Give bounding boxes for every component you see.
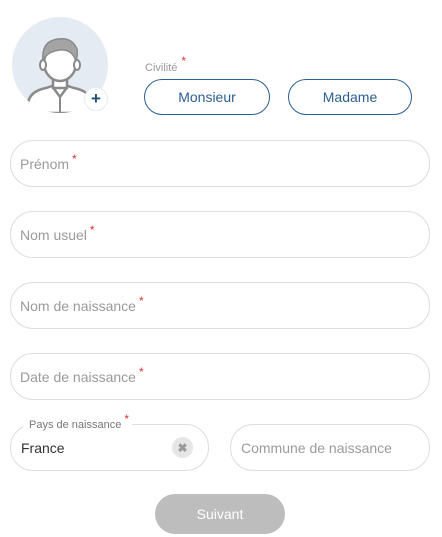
- nom-naissance-field[interactable]: Nom de naissance *: [10, 282, 430, 329]
- close-icon[interactable]: ✖: [172, 437, 193, 458]
- required-mark: *: [89, 223, 95, 237]
- pays-naissance-label: Pays de naissance *: [23, 412, 133, 431]
- commune-naissance-placeholder: Commune de naissance: [241, 440, 392, 456]
- required-mark: *: [138, 294, 144, 308]
- commune-naissance-field[interactable]: Commune de naissance: [230, 424, 430, 471]
- nom-usuel-placeholder: Nom usuel *: [20, 223, 95, 243]
- add-photo-button[interactable]: +: [84, 87, 108, 111]
- date-naissance-placeholder-text: Date de naissance: [20, 369, 136, 385]
- date-naissance-placeholder: Date de naissance *: [20, 365, 144, 385]
- civilite-monsieur-button[interactable]: Monsieur: [144, 79, 270, 115]
- date-naissance-field[interactable]: Date de naissance *: [10, 353, 430, 400]
- required-mark: *: [72, 152, 77, 166]
- next-button[interactable]: Suivant: [155, 494, 285, 534]
- prenom-placeholder: Prénom *: [20, 152, 77, 172]
- required-mark: *: [124, 412, 130, 426]
- avatar-upload[interactable]: +: [12, 17, 108, 113]
- pays-naissance-label-text: Pays de naissance: [29, 419, 122, 431]
- required-mark: *: [181, 54, 187, 68]
- nom-naissance-placeholder-text: Nom de naissance: [20, 298, 136, 314]
- pays-naissance-value: France: [21, 440, 65, 456]
- prenom-field[interactable]: Prénom *: [10, 140, 430, 187]
- nom-naissance-placeholder: Nom de naissance *: [20, 294, 144, 314]
- prenom-placeholder-text: Prénom: [20, 156, 70, 172]
- civilite-label-text: Civilité: [145, 62, 178, 74]
- pays-naissance-field[interactable]: Pays de naissance * France ✖: [10, 412, 209, 471]
- nom-usuel-field[interactable]: Nom usuel *: [10, 211, 430, 258]
- civilite-madame-button[interactable]: Madame: [288, 79, 412, 115]
- plus-icon: +: [91, 89, 101, 108]
- nom-usuel-placeholder-text: Nom usuel: [20, 227, 87, 243]
- civilite-label: Civilité *: [145, 54, 186, 74]
- required-mark: *: [138, 365, 144, 379]
